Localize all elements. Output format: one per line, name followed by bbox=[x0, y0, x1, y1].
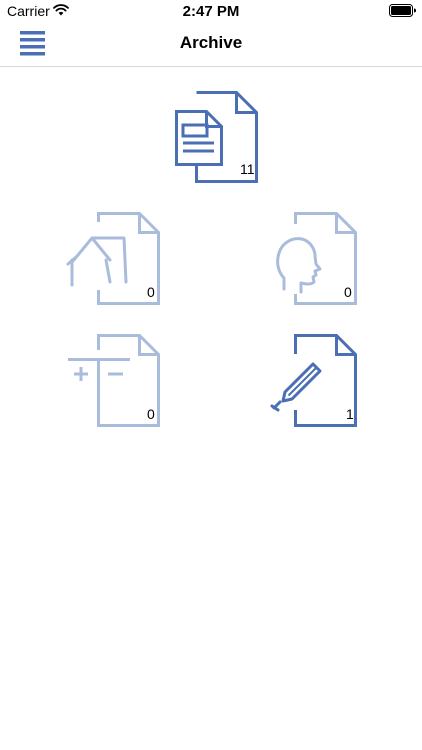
person-documents-tile[interactable]: 0 bbox=[270, 208, 362, 308]
status-bar: Carrier 2:47 PM bbox=[0, 0, 422, 22]
navigation-bar: Archive bbox=[0, 22, 422, 67]
person-documents-count: 0 bbox=[344, 284, 352, 300]
notes-documents-count: 1 bbox=[346, 406, 354, 422]
all-documents-tile[interactable]: 11 bbox=[172, 88, 264, 186]
all-documents-count: 11 bbox=[240, 161, 255, 177]
finance-documents-tile[interactable]: 0 bbox=[64, 330, 162, 430]
status-time: 2:47 PM bbox=[182, 3, 240, 20]
finance-documents-count: 0 bbox=[147, 406, 155, 422]
battery-icon bbox=[389, 4, 416, 17]
home-documents-tile[interactable]: 0 bbox=[64, 208, 162, 308]
notes-documents-tile[interactable]: 1 bbox=[268, 330, 362, 430]
home-documents-count: 0 bbox=[147, 284, 155, 300]
page-title: Archive bbox=[179, 33, 243, 52]
